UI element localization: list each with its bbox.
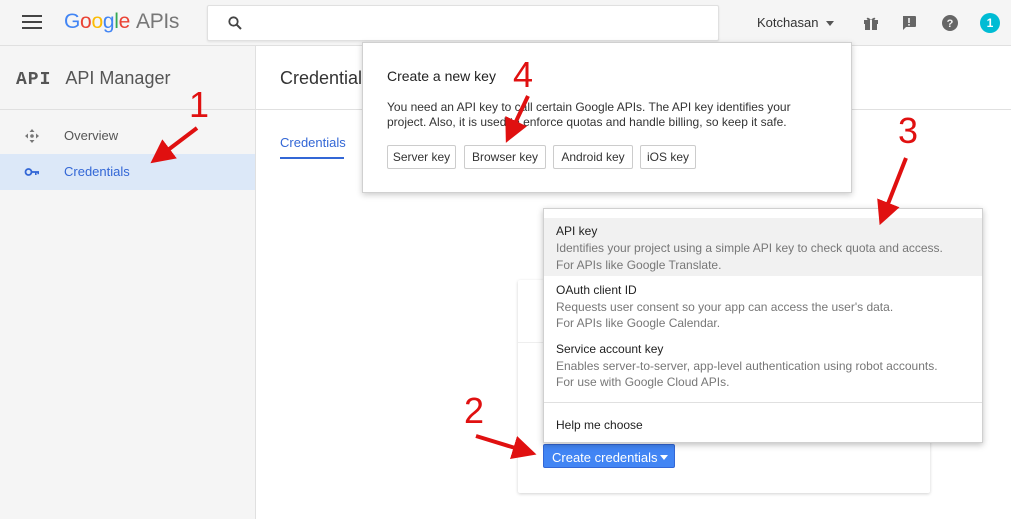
server-key-button[interactable]: Server key xyxy=(387,145,456,169)
logo-apis-text: APIs xyxy=(135,10,180,33)
active-tab-indicator xyxy=(280,157,344,159)
feedback-icon[interactable] xyxy=(900,14,918,32)
page-title: Credential xyxy=(280,68,363,88)
dialog-description: You need an API key to call certain Goog… xyxy=(387,100,791,129)
logo-letter: o xyxy=(80,10,92,33)
key-icon xyxy=(24,168,39,176)
ios-key-button[interactable]: iOS key xyxy=(640,145,696,169)
arrow-3-icon xyxy=(877,157,908,226)
annotation-number-2: 2 xyxy=(464,390,485,431)
create-key-dialog: Create a new key You need an API key to … xyxy=(362,42,852,193)
sidebar: API API Manager Overview Credentials xyxy=(0,46,256,519)
sidebar-title: API API Manager xyxy=(16,68,170,90)
sidebar-item-label: Overview xyxy=(64,128,119,143)
tab-credentials[interactable]: Credentials xyxy=(280,135,346,150)
search-icon xyxy=(228,16,242,30)
chevron-down-icon xyxy=(826,21,835,27)
annotation-number-1: 1 xyxy=(189,84,210,125)
chevron-down-icon xyxy=(660,455,668,460)
logo-letter: e xyxy=(118,10,131,33)
account-name: Kotchasan xyxy=(757,15,819,30)
sidebar-title-text: API Manager xyxy=(65,68,171,88)
menu-item-description: Requests user consent so your app can ac… xyxy=(556,300,894,314)
google-apis-logo[interactable]: Google APIs xyxy=(64,10,179,34)
android-key-button[interactable]: Android key xyxy=(553,145,633,169)
logo-letter: g xyxy=(102,10,115,33)
overview-icon xyxy=(25,129,39,143)
annotation-number-3: 3 xyxy=(898,110,919,151)
logo-letter: o xyxy=(91,10,103,33)
menu-item-api-key[interactable]: API key Identifies your project using a … xyxy=(544,218,982,276)
sidebar-divider xyxy=(0,109,256,110)
create-credentials-menu: API key Identifies your project using a … xyxy=(543,208,983,443)
menu-item-help-me-choose[interactable]: Help me choose xyxy=(544,409,982,439)
create-credentials-button[interactable]: Create credentials xyxy=(543,444,675,468)
menu-item-description: For APIs like Google Calendar. xyxy=(556,316,721,330)
svg-text:?: ? xyxy=(947,18,954,30)
menu-item-title: OAuth client ID xyxy=(556,283,637,297)
menu-divider xyxy=(544,402,982,403)
menu-item-description: For use with Google Cloud APIs. xyxy=(556,375,730,389)
browser-key-button[interactable]: Browser key xyxy=(464,145,546,169)
menu-icon[interactable] xyxy=(22,15,42,29)
menu-item-service-account-key[interactable]: Service account key Enables server-to-se… xyxy=(544,337,982,395)
account-selector[interactable]: Kotchasan xyxy=(757,15,835,30)
menu-item-title: Help me choose xyxy=(556,418,643,432)
create-credentials-label: Create credentials xyxy=(552,450,658,465)
notification-badge[interactable]: 1 xyxy=(980,13,1000,33)
api-logo: API xyxy=(16,70,52,90)
logo-letter: G xyxy=(64,10,81,33)
sidebar-item-credentials[interactable]: Credentials xyxy=(0,154,255,190)
top-bar: Google APIs Kotchasan ? 1 xyxy=(0,0,1011,46)
menu-item-description: For APIs like Google Translate. xyxy=(556,258,722,272)
menu-item-title: API key xyxy=(556,224,598,238)
menu-item-description: Identifies your project using a simple A… xyxy=(556,241,943,255)
sidebar-item-label: Credentials xyxy=(64,164,130,179)
menu-item-oauth-client-id[interactable]: OAuth client ID Requests user consent so… xyxy=(544,278,982,336)
dialog-title: Create a new key xyxy=(387,68,496,84)
search-input[interactable] xyxy=(207,5,719,41)
menu-item-title: Service account key xyxy=(556,342,664,356)
sidebar-item-overview[interactable]: Overview xyxy=(0,118,255,154)
menu-item-description: Enables server-to-server, app-level auth… xyxy=(556,359,938,373)
gift-icon[interactable] xyxy=(862,14,880,32)
annotation-number-4: 4 xyxy=(513,54,534,95)
help-icon[interactable]: ? xyxy=(941,14,959,32)
